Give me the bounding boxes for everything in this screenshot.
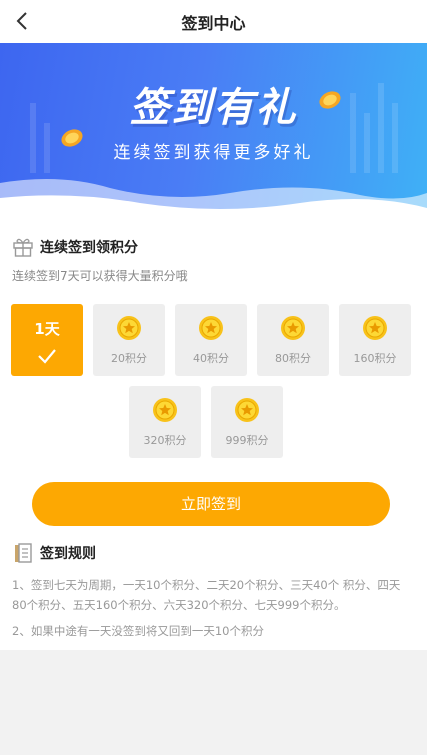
- day-6-card[interactable]: 320积分: [129, 386, 201, 458]
- banner-title: 签到有礼: [129, 85, 298, 131]
- gift-icon: [13, 238, 33, 257]
- coin-icon: [153, 398, 177, 422]
- day-7-card[interactable]: 999积分: [211, 386, 283, 458]
- check-icon: [38, 349, 56, 364]
- coin-icon: [199, 316, 223, 340]
- section-title: 连续签到领积分: [40, 240, 138, 256]
- top-bar: 签到中心: [0, 0, 427, 43]
- coin-icon: [117, 316, 141, 340]
- signin-panel: 连续签到领积分 连续签到7天可以获得大量积分哦 1天 20积分 40积分 80积…: [0, 223, 427, 650]
- coin-icon: [363, 316, 387, 340]
- day-1-card[interactable]: 1天: [11, 304, 83, 376]
- page-title: 签到中心: [181, 14, 246, 33]
- day-5-card[interactable]: 160积分: [339, 304, 411, 376]
- banner-subtitle: 连续签到获得更多好礼: [113, 143, 314, 163]
- banner-decoration: [0, 83, 427, 223]
- day-4-card[interactable]: 80积分: [257, 304, 329, 376]
- day-points: 999积分: [225, 434, 269, 447]
- day-3-card[interactable]: 40积分: [175, 304, 247, 376]
- rule-item-1: 1、签到七天为周期，一天10个积分、二天20个积分、三天40个 积分、四天80个…: [12, 578, 401, 612]
- section-description: 连续签到7天可以获得大量积分哦: [12, 269, 188, 283]
- signin-banner: 签到有礼 连续签到获得更多好礼: [0, 43, 427, 223]
- sign-in-button[interactable]: 立即签到: [32, 482, 390, 526]
- day-2-card[interactable]: 20积分: [93, 304, 165, 376]
- rules-title: 签到规则: [40, 546, 96, 562]
- day-points: 320积分: [143, 434, 187, 447]
- document-icon: [15, 543, 32, 563]
- day-points: 80积分: [275, 352, 311, 365]
- coin-icon: [281, 316, 305, 340]
- day-label: 1天: [34, 320, 60, 338]
- coin-icon: [235, 398, 259, 422]
- rules-header: 签到规则: [12, 542, 96, 564]
- day-points: 20积分: [111, 352, 147, 365]
- section-header: 连续签到领积分: [12, 236, 138, 258]
- day-points: 160积分: [353, 352, 397, 365]
- rule-item-2: 2、如果中途有一天没签到将又回到一天10个积分: [12, 624, 264, 638]
- day-points: 40积分: [193, 352, 229, 365]
